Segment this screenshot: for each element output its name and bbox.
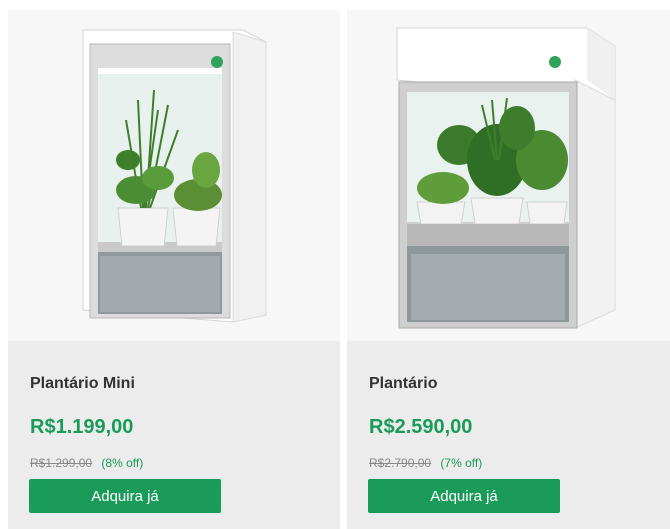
product-grid: Plantário Mini R$1.199,00 R$1.299,00 (8%… xyxy=(0,0,670,529)
price-comparison: R$2.790,00 (7% off) xyxy=(369,456,482,470)
old-price: R$2.790,00 xyxy=(369,456,432,470)
buy-button[interactable]: Adquira já xyxy=(29,479,221,513)
product-price: R$2.590,00 xyxy=(369,416,473,438)
discount-badge: (8% off) xyxy=(101,456,144,470)
product-image[interactable] xyxy=(347,10,670,341)
product-info: Plantário Mini R$1.199,00 R$1.299,00 (8%… xyxy=(8,341,340,529)
product-card: Plantário R$2.590,00 R$2.790,00 (7% off)… xyxy=(347,10,670,529)
product-image[interactable] xyxy=(8,10,340,341)
product-name[interactable]: Plantário Mini xyxy=(30,375,135,393)
indoor-garden-icon xyxy=(396,27,616,329)
price-comparison: R$1.299,00 (8% off) xyxy=(30,456,143,470)
product-info: Plantário R$2.590,00 R$2.790,00 (7% off)… xyxy=(347,341,670,529)
product-name[interactable]: Plantário xyxy=(369,375,437,393)
old-price: R$1.299,00 xyxy=(30,456,93,470)
discount-badge: (7% off) xyxy=(440,456,483,470)
buy-button[interactable]: Adquira já xyxy=(368,479,560,513)
indoor-garden-mini-icon xyxy=(82,29,267,323)
product-card: Plantário Mini R$1.199,00 R$1.299,00 (8%… xyxy=(8,10,340,529)
product-price: R$1.199,00 xyxy=(30,416,134,438)
